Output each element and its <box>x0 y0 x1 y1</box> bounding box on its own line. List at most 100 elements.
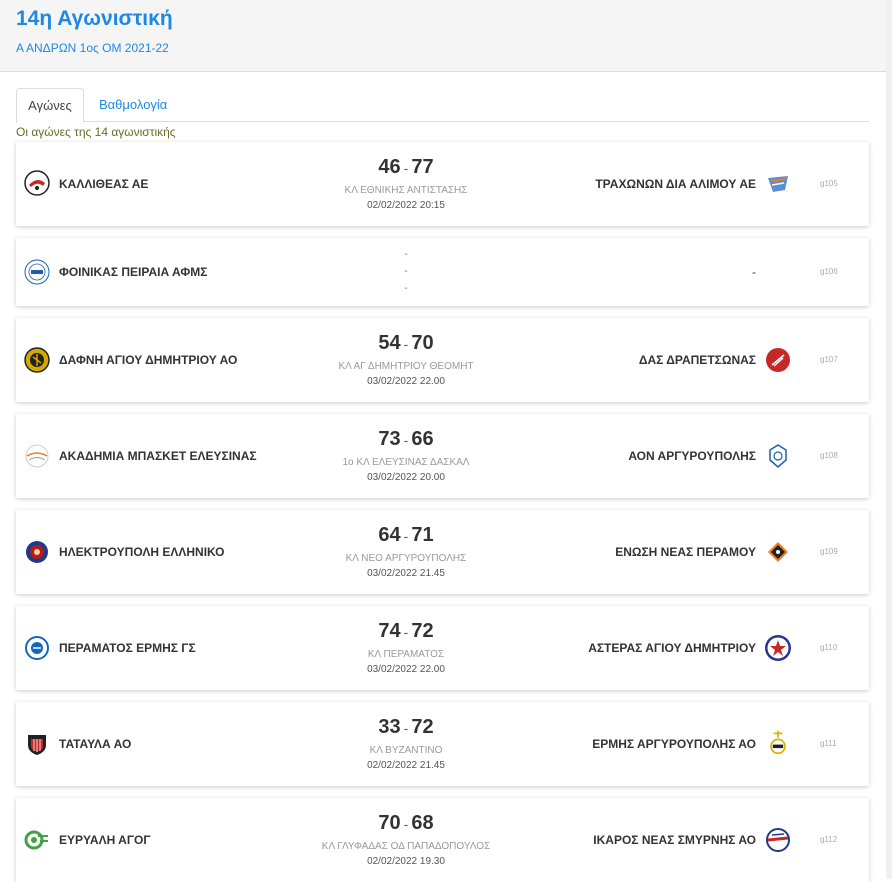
away-team-logo-icon <box>766 828 790 852</box>
home-score: 46 <box>378 156 401 178</box>
page-header: 14η Αγωνιστική Α ΑΝΔΡΩΝ 1ος ΟΜ 2021-22 <box>0 0 886 72</box>
home-score: 70 <box>378 812 401 834</box>
match-result: 64-71 ΚΛ ΝΕΟ ΑΡΓΥΡΟΥΠΟΛΗΣ 03/02/2022 21.… <box>306 522 506 579</box>
match-card[interactable]: ΔΑΦΝΗ ΑΓΙΟΥ ΔΗΜΗΤΡΙΟΥ ΑΟ 54-70 ΚΛ ΑΓ ΔΗΜ… <box>16 318 869 402</box>
away-team-name[interactable]: ΑΟΝ ΑΡΓΥΡΟΥΠΟΛΗΣ <box>628 449 756 463</box>
match-code: g107 <box>820 355 838 364</box>
match-code: g110 <box>820 643 838 652</box>
away-score: 72 <box>411 716 434 738</box>
home-team-name[interactable]: ΑΚΑΔΗΜΙΑ ΜΠΑΣΚΕΤ ΕΛΕΥΣΙΝΑΣ <box>59 449 257 463</box>
match-card[interactable]: ΤΑΤΑΥΛΑ ΑΟ 33-72 ΚΛ ΒΥΖΑΝΤΙΝΟ 02/02/2022… <box>16 702 869 786</box>
score-separator: - <box>403 528 409 544</box>
match-card[interactable]: ΕΥΡΥΑΛΗ ΑΓΟΓ 70-68 ΚΛ ΓΛΥΦΑΔΑΣ ΟΔ ΠΑΠΑΔΟ… <box>16 798 869 882</box>
match-date: 02/02/2022 21.45 <box>367 760 445 771</box>
away-score: 68 <box>411 812 434 834</box>
away-team-logo-icon <box>766 348 790 372</box>
away-score: 72 <box>411 620 434 642</box>
match-date: 03/02/2022 22.00 <box>367 376 445 387</box>
match-date: 03/02/2022 22.00 <box>367 664 445 675</box>
match-result: 46-77 ΚΛ ΕΘΝΙΚΗΣ ΑΝΤΙΣΤΑΣΗΣ 02/02/2022 2… <box>306 154 506 211</box>
match-code: g112 <box>820 835 838 844</box>
tab-matches[interactable]: Αγώνες <box>16 88 84 123</box>
venue: ΚΛ ΓΛΥΦΑΔΑΣ ΟΔ ΠΑΠΑΔΟΠΟΥΛΟΣ <box>321 841 491 852</box>
match-result: 54-70 ΚΛ ΑΓ ΔΗΜΗΤΡΙΟΥ ΘΕΟΜΗΤ 03/02/2022 … <box>306 330 506 387</box>
match-result: 73-66 1ο ΚΛ ΕΛΕΥΣΙΝΑΣ ΔΑΣΚΑΛ 03/02/2022 … <box>306 426 506 483</box>
match-date: 02/02/2022 20:15 <box>367 200 445 211</box>
match-date: 02/02/2022 19.30 <box>367 856 445 867</box>
home-team-logo-icon <box>25 636 49 660</box>
venue-placeholder: - <box>404 266 408 277</box>
home-team-name[interactable]: ΦΟΙΝΙΚΑΣ ΠΕΙΡΑΙΑ ΑΦΜΣ <box>59 265 207 279</box>
page-subtitle[interactable]: Α ΑΝΔΡΩΝ 1ος ΟΜ 2021-22 <box>16 41 169 55</box>
venue: ΚΛ ΕΘΝΙΚΗΣ ΑΝΤΙΣΤΑΣΗΣ <box>344 185 468 196</box>
matches-caption: Οι αγώνες της 14 αγωνιστικής <box>16 125 176 139</box>
match-code: g105 <box>820 179 838 188</box>
match-card[interactable]: ΗΛΕΚΤΡΟΥΠΟΛΗ ΕΛΛΗΝΙΚΟ 64-71 ΚΛ ΝΕΟ ΑΡΓΥΡ… <box>16 510 869 594</box>
page-title: 14η Αγωνιστική <box>16 7 173 30</box>
away-score: 77 <box>411 156 434 178</box>
away-team-name[interactable]: ΕΡΜΗΣ ΑΡΓΥΡΟΥΠΟΛΗΣ ΑΟ <box>592 737 756 751</box>
tab-standings[interactable]: Βαθμολογία <box>86 88 180 122</box>
match-code: g106 <box>820 267 838 276</box>
away-team-logo-icon <box>765 635 791 661</box>
match-card[interactable]: ΠΕΡΑΜΑΤΟΣ ΕΡΜΗΣ ΓΣ 74-72 ΚΛ ΠΕΡΑΜΑΤΟΣ 03… <box>16 606 869 690</box>
match-card[interactable]: ΦΟΙΝΙΚΑΣ ΠΕΙΡΑΙΑ ΑΦΜΣ - - - - g106 <box>16 238 869 306</box>
date-placeholder: - <box>404 283 408 294</box>
home-score: 64 <box>378 524 401 546</box>
match-result: - - - <box>306 246 506 297</box>
away-team-logo-icon <box>768 542 788 562</box>
score-separator: - <box>403 720 409 736</box>
away-score: 71 <box>411 524 434 546</box>
venue: 1ο ΚΛ ΕΛΕΥΣΙΝΑΣ ΔΑΣΚΑΛ <box>342 457 470 468</box>
away-team-name[interactable]: ΑΣΤΕΡΑΣ ΑΓΙΟΥ ΔΗΜΗΤΡΙΟΥ <box>588 641 756 655</box>
away-team-name[interactable]: ΙΚΑΡΟΣ ΝΕΑΣ ΣΜΥΡΝΗΣ ΑΟ <box>593 833 756 847</box>
match-date: 03/02/2022 20.00 <box>367 472 445 483</box>
home-team-name[interactable]: ΕΥΡΥΑΛΗ ΑΓΟΓ <box>59 833 151 847</box>
venue: ΚΛ ΝΕΟ ΑΡΓΥΡΟΥΠΟΛΗΣ <box>345 553 467 564</box>
venue: ΚΛ ΑΓ ΔΗΜΗΤΡΙΟΥ ΘΕΟΜΗΤ <box>338 361 474 372</box>
score-separator: - <box>403 816 409 832</box>
score-separator: - <box>403 432 409 448</box>
away-team-logo-icon <box>768 176 788 192</box>
tab-bar: Αγώνες Βαθμολογία <box>16 88 869 123</box>
home-score: 73 <box>378 428 401 450</box>
score-separator: - <box>403 160 409 176</box>
home-team-logo-icon <box>24 347 50 373</box>
score-placeholder: - <box>404 249 408 260</box>
home-team-logo-icon <box>24 259 50 285</box>
match-code: g109 <box>820 547 838 556</box>
match-result: 33-72 ΚΛ ΒΥΖΑΝΤΙΝΟ 02/02/2022 21.45 <box>306 714 506 771</box>
home-team-name[interactable]: ΚΑΛΛΙΘΕΑΣ ΑΕ <box>59 177 148 191</box>
home-score: 33 <box>378 716 401 738</box>
away-team-name[interactable]: ΕΝΩΣΗ ΝΕΑΣ ΠΕΡΑΜΟΥ <box>615 545 756 559</box>
home-score: 54 <box>378 332 401 354</box>
match-card[interactable]: ΚΑΛΛΙΘΕΑΣ ΑΕ 46-77 ΚΛ ΕΘΝΙΚΗΣ ΑΝΤΙΣΤΑΣΗΣ… <box>16 142 869 226</box>
away-team-name[interactable]: ΔΑΣ ΔΡΑΠΕΤΣΩΝΑΣ <box>639 353 756 367</box>
home-team-logo-icon <box>26 541 48 563</box>
away-score: 70 <box>411 332 434 354</box>
home-team-name[interactable]: ΤΑΤΑΥΛΑ ΑΟ <box>59 737 131 751</box>
match-card[interactable]: ΑΚΑΔΗΜΙΑ ΜΠΑΣΚΕΤ ΕΛΕΥΣΙΝΑΣ 73-66 1ο ΚΛ Ε… <box>16 414 869 498</box>
home-team-name[interactable]: ΗΛΕΚΤΡΟΥΠΟΛΗ ΕΛΛΗΝΙΚΟ <box>59 545 225 559</box>
match-date: 03/02/2022 21.45 <box>367 568 445 579</box>
home-team-logo-icon <box>24 170 50 196</box>
score-separator: - <box>403 336 409 352</box>
away-score: 66 <box>411 428 434 450</box>
away-team-logo-icon <box>770 730 786 755</box>
venue: ΚΛ ΠΕΡΑΜΑΤΟΣ <box>367 649 445 660</box>
match-code: g108 <box>820 451 838 460</box>
home-score: 74 <box>378 620 401 642</box>
home-team-name[interactable]: ΔΑΦΝΗ ΑΓΙΟΥ ΔΗΜΗΤΡΙΟΥ ΑΟ <box>59 353 237 367</box>
home-team-logo-icon <box>24 830 48 850</box>
match-code: g111 <box>820 739 837 748</box>
away-team-name[interactable]: - <box>752 265 756 279</box>
away-team-name[interactable]: ΤΡΑΧΩΝΩΝ ΔΙΑ ΑΛΙΜΟΥ ΑΕ <box>595 177 756 191</box>
score-separator: - <box>403 624 409 640</box>
scrollbar[interactable] <box>886 0 892 879</box>
home-team-name[interactable]: ΠΕΡΑΜΑΤΟΣ ΕΡΜΗΣ ΓΣ <box>59 641 196 655</box>
match-result: 70-68 ΚΛ ΓΛΥΦΑΔΑΣ ΟΔ ΠΑΠΑΔΟΠΟΥΛΟΣ 02/02/… <box>306 810 506 867</box>
away-team-logo-icon <box>769 444 787 468</box>
home-team-logo-icon <box>28 735 46 755</box>
venue: ΚΛ ΒΥΖΑΝΤΙΝΟ <box>369 745 443 756</box>
home-team-logo-icon <box>25 444 49 468</box>
